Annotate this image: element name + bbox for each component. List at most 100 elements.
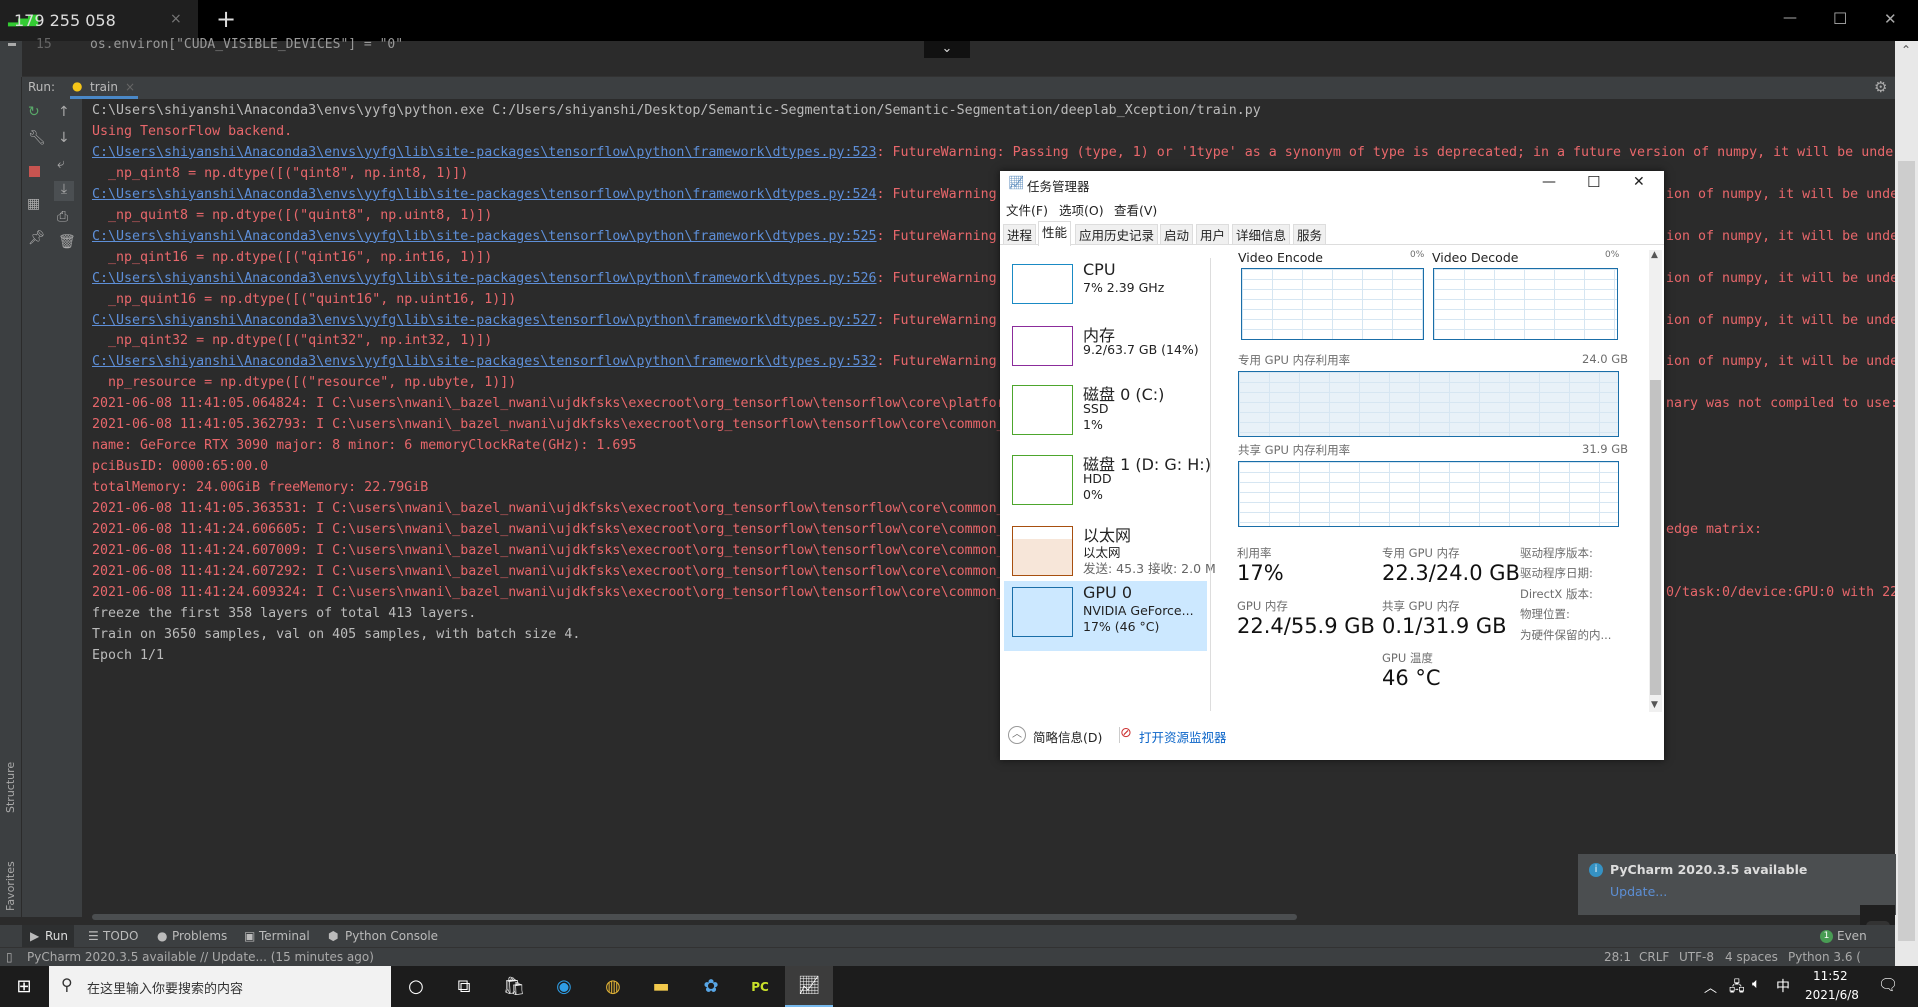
close-tab-icon[interactable]: ×: [170, 11, 182, 27]
tool-tab-todo[interactable]: TODO: [103, 929, 138, 943]
chevron-down-icon[interactable]: ⌄: [924, 41, 970, 58]
dedicated-mem-value: 22.3/24.0 GB: [1382, 561, 1520, 585]
tab-details[interactable]: 详细信息: [1232, 224, 1291, 245]
tm-maximize-button[interactable]: ☐: [1587, 173, 1600, 191]
clock-date[interactable]: 2021/6/8: [1805, 988, 1859, 1002]
perf-item[interactable]: GPU 0 NVIDIA GeForce... 17% (46 °C): [1004, 581, 1207, 651]
tool-tab-python-console[interactable]: Python Console: [345, 929, 438, 943]
perf-item[interactable]: CPU 7% 2.39 GHz: [1004, 258, 1207, 314]
editor-area[interactable]: 15 os.environ["CUDA_VISIBLE_DEVICES"] = …: [0, 37, 1895, 77]
close-button[interactable]: ✕: [1884, 10, 1897, 28]
main-vertical-scrollbar[interactable]: ⌃: [1895, 41, 1918, 966]
console-line: C:\Users\shiyanshi\Anaconda3\envs\yyfg\l…: [92, 351, 997, 372]
taskbar-search[interactable]: ⚲ 在这里输入你要搜索的内容: [49, 966, 391, 1007]
minimize-button[interactable]: —: [1783, 10, 1797, 26]
driver-version-label: 驱动程序版本:: [1520, 546, 1593, 560]
video-encode-label[interactable]: Video Encode: [1238, 250, 1323, 265]
run-tab-train[interactable]: ● train ×: [70, 77, 138, 99]
up-arrow-icon[interactable]: ↑: [58, 104, 70, 120]
pycharm-icon[interactable]: PC: [738, 966, 782, 1007]
line-separator[interactable]: CRLF: [1639, 950, 1669, 964]
down-arrow-icon[interactable]: ↓: [58, 130, 70, 146]
perf-item[interactable]: 内存 9.2/63.7 GB (14%): [1004, 320, 1207, 376]
windows-start-icon[interactable]: ⊞: [2, 966, 46, 1007]
menu-view[interactable]: 查看(V): [1114, 200, 1157, 219]
scroll-down-icon[interactable]: ▼: [1651, 700, 1658, 710]
console-file-link[interactable]: C:\Users\shiyanshi\Anaconda3\envs\yyfg\l…: [92, 187, 877, 202]
edge-icon[interactable]: ◉: [542, 966, 586, 1007]
scroll-up-icon[interactable]: ⌃: [1901, 43, 1911, 57]
chevron-up-icon[interactable]: ︿: [1008, 726, 1026, 744]
menu-options[interactable]: 选项(O): [1059, 200, 1104, 219]
code-line: os.environ["CUDA_VISIBLE_DEVICES"] = "0": [90, 37, 404, 52]
resource-monitor-icon: ⊘: [1120, 725, 1132, 741]
layout-icon[interactable]: ▦: [27, 196, 40, 212]
event-log-button[interactable]: Even: [1837, 929, 1867, 943]
tool-tab-problems[interactable]: Problems: [172, 929, 227, 943]
video-decode-label[interactable]: Video Decode: [1432, 250, 1518, 265]
console-file-link[interactable]: C:\Users\shiyanshi\Anaconda3\envs\yyfg\l…: [92, 229, 877, 244]
structure-tool-button[interactable]: Structure: [4, 762, 17, 813]
pin-icon[interactable]: 📌︎: [28, 230, 46, 246]
chrome-icon[interactable]: ◍: [591, 966, 635, 1007]
tray-chevron-icon[interactable]: ︿: [1704, 977, 1717, 996]
tm-scrollbar-thumb[interactable]: [1650, 380, 1661, 695]
perf-item[interactable]: 以太网 以太网 发送: 45.3 接收: 2.0 M: [1004, 520, 1216, 576]
video-decode-graph: [1433, 268, 1618, 340]
less-details-button[interactable]: 简略信息(D): [1033, 727, 1102, 746]
menu-file[interactable]: 文件(F): [1006, 200, 1048, 219]
scroll-up-icon[interactable]: ▲: [1651, 250, 1658, 260]
console-file-link[interactable]: C:\Users\shiyanshi\Anaconda3\envs\yyfg\l…: [92, 354, 877, 369]
console-file-link[interactable]: C:\Users\shiyanshi\Anaconda3\envs\yyfg\l…: [92, 313, 877, 328]
volume-icon[interactable]: 🔈︎: [1752, 976, 1760, 992]
store-icon[interactable]: 🛍︎: [492, 966, 536, 1007]
tab-startup[interactable]: 启动: [1160, 224, 1194, 245]
tab-app-history[interactable]: 应用历史记录: [1075, 224, 1159, 245]
app-icon[interactable]: ✿: [689, 966, 733, 1007]
task-manager-taskbar-icon[interactable]: 📈︎: [785, 966, 833, 1007]
tm-minimize-button[interactable]: —: [1542, 174, 1556, 190]
perf-item[interactable]: 磁盘 0 (C:) SSD 1%: [1004, 379, 1207, 435]
console-file-link[interactable]: C:\Users\shiyanshi\Anaconda3\envs\yyfg\l…: [92, 145, 877, 160]
tab-users[interactable]: 用户: [1196, 224, 1230, 245]
cortana-icon[interactable]: ○: [394, 966, 438, 1007]
close-tab-icon[interactable]: ×: [125, 80, 135, 94]
horizontal-scrollbar[interactable]: [92, 914, 1297, 920]
scrollbar-thumb[interactable]: [1898, 161, 1915, 941]
task-view-icon[interactable]: ⧉: [442, 966, 486, 1007]
soft-wrap-icon[interactable]: ⤶: [57, 156, 65, 172]
tool-tab-run[interactable]: Run: [45, 929, 68, 943]
perf-item[interactable]: 磁盘 1 (D: G: H:) HDD 0%: [1004, 449, 1211, 505]
tab-processes[interactable]: 进程: [1003, 224, 1037, 245]
status-message[interactable]: PyCharm 2020.3.5 available // Update... …: [27, 950, 374, 964]
favorites-tool-button[interactable]: Favorites: [4, 861, 17, 911]
ime-indicator[interactable]: 中: [1776, 976, 1790, 996]
tm-close-button[interactable]: ✕: [1633, 174, 1645, 190]
rerun-icon[interactable]: ↻: [28, 104, 40, 120]
trash-icon[interactable]: 🗑︎: [58, 234, 76, 250]
tab-services[interactable]: 服务: [1293, 224, 1327, 245]
console-file-link[interactable]: C:\Users\shiyanshi\Anaconda3\envs\yyfg\l…: [92, 271, 877, 286]
file-encoding[interactable]: UTF-8: [1679, 950, 1714, 964]
stop-icon[interactable]: [29, 166, 40, 177]
gear-icon[interactable]: ⚙: [1874, 78, 1887, 96]
new-tab-button[interactable]: +: [216, 5, 236, 33]
notification-center-icon[interactable]: 🗨︎: [1878, 975, 1898, 994]
scroll-to-end-icon[interactable]: ⤓: [54, 181, 74, 201]
interpreter[interactable]: Python 3.6 (: [1788, 950, 1861, 964]
tm-scrollbar[interactable]: ▲ ▼: [1649, 250, 1662, 712]
browser-tab[interactable]: ▂▄▆ 179 255 058 ×: [0, 0, 198, 41]
open-resource-monitor-link[interactable]: 打开资源监视器: [1139, 727, 1227, 746]
indent-setting[interactable]: 4 spaces: [1725, 950, 1778, 964]
tab-performance[interactable]: 性能: [1038, 221, 1072, 246]
caret-position[interactable]: 28:1: [1604, 950, 1631, 964]
maximize-button[interactable]: ☐: [1833, 9, 1847, 28]
clock-time[interactable]: 11:52: [1813, 969, 1848, 983]
video-encode-value: 0%: [1410, 250, 1425, 260]
network-icon[interactable]: 🖧︎: [1729, 976, 1745, 1000]
print-icon[interactable]: ⎙: [57, 209, 68, 225]
tool-tab-terminal[interactable]: Terminal: [259, 929, 310, 943]
update-link[interactable]: Update...: [1610, 884, 1667, 899]
wrench-icon[interactable]: 🔧︎: [28, 130, 46, 146]
file-explorer-icon[interactable]: ▬: [639, 966, 683, 1007]
